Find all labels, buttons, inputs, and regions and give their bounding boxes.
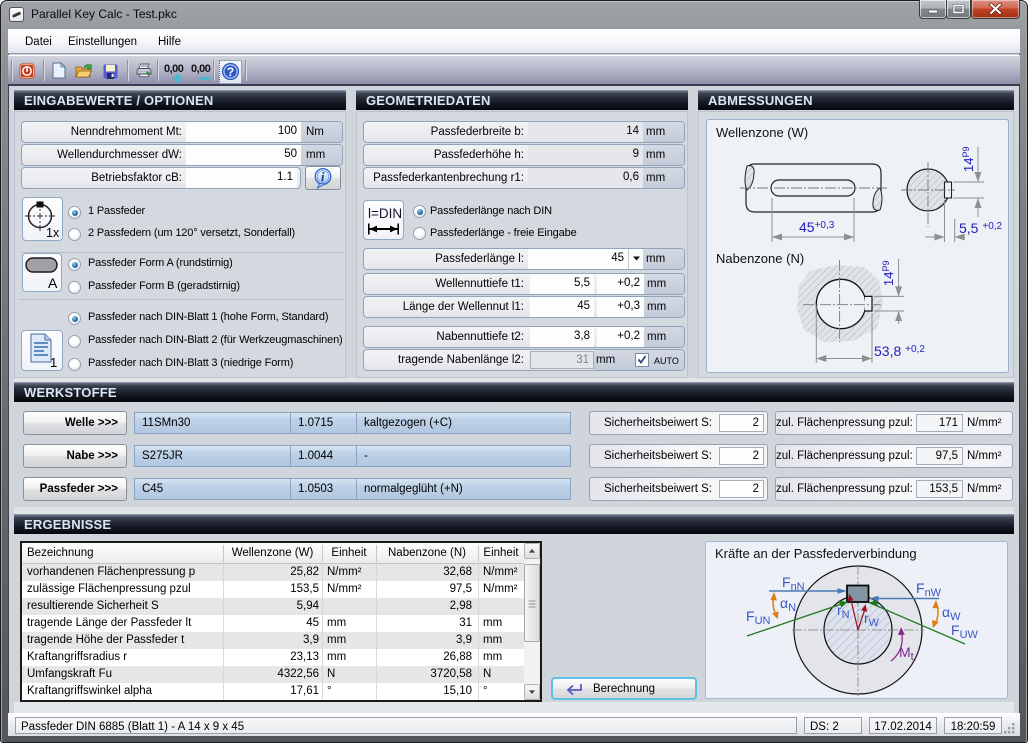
svg-text:Kräfte an der Passfederverbind: Kräfte an der Passfederverbindung <box>715 546 917 561</box>
svg-text:14P9: 14P9 <box>881 261 896 286</box>
svg-text:45+0,3: 45+0,3 <box>799 219 835 235</box>
svg-text:1x: 1x <box>46 226 60 240</box>
svg-text:53,8 +0,2: 53,8 +0,2 <box>874 343 925 359</box>
svg-text:A: A <box>48 275 58 291</box>
svg-text:14P9: 14P9 <box>961 147 976 172</box>
svg-text:l=DIN: l=DIN <box>368 206 402 221</box>
svg-text:FUW: FUW <box>951 622 979 641</box>
svg-text:FnN: FnN <box>782 574 805 593</box>
svg-text:?: ? <box>227 65 234 79</box>
svg-text:αN: αN <box>780 595 796 614</box>
svg-text:Wellenzone (W): Wellenzone (W) <box>716 125 808 140</box>
svg-text:Nabenzone (N): Nabenzone (N) <box>716 251 804 266</box>
svg-text:FnW: FnW <box>916 580 942 599</box>
svg-text:5,5 +0,2: 5,5 +0,2 <box>959 220 1003 236</box>
svg-text:αW: αW <box>942 604 961 623</box>
svg-text:1: 1 <box>50 355 57 370</box>
svg-text:i: i <box>321 170 325 184</box>
svg-text:FUN: FUN <box>746 608 771 627</box>
